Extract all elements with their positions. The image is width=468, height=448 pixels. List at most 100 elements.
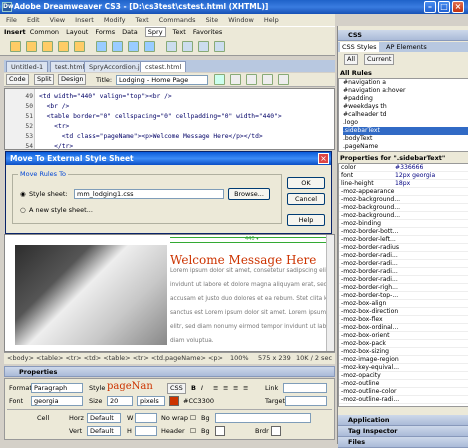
menu-modify[interactable]: Modify [104,16,126,24]
spry-collapsible-panel-icon[interactable] [214,41,225,52]
style-select[interactable]: pageNan [107,380,153,393]
size-select[interactable]: 20 [107,396,133,406]
title-input[interactable]: Lodging - Home Page [116,75,208,85]
border-color-swatch[interactable] [271,426,281,436]
rule-item[interactable]: #navigation a [343,79,468,87]
horz-select[interactable]: Default [87,413,121,423]
cancel-button[interactable]: Cancel [287,193,325,205]
color-swatch[interactable] [169,396,179,406]
insert-tab-text[interactable]: Text [173,28,186,36]
css-property-row[interactable]: -moz-appearance [339,188,468,196]
zoom-level[interactable]: 100% [230,353,249,364]
align-right-icon[interactable]: ≡ [233,383,238,393]
design-view-button[interactable]: Design [58,74,87,85]
menu-text[interactable]: Text [136,16,149,24]
bg-color-swatch[interactable] [215,426,225,436]
doc-tab-untitled[interactable]: Untitled-1 [6,61,49,72]
css-property-row[interactable]: -moz-background... [339,196,468,204]
spry-repeat-icon[interactable] [42,41,53,52]
css-property-row[interactable]: -moz-outline [339,380,468,388]
rule-item[interactable]: #weekdays th [343,103,468,111]
new-stylesheet-radio[interactable]: ○ [20,205,26,215]
menu-window[interactable]: Window [228,16,254,24]
menu-view[interactable]: View [50,16,65,24]
css-property-row[interactable]: -moz-border-radi... [339,252,468,260]
maximize-button[interactable]: □ [438,1,450,13]
css-property-row[interactable]: line-height 18px [339,180,468,188]
css-property-row[interactable]: -moz-background... [339,204,468,212]
insert-bar-label[interactable]: Insert [4,28,26,36]
css-property-row[interactable]: -moz-box-ordinal... [339,324,468,332]
application-panel-header[interactable]: Application [338,415,468,426]
css-property-row[interactable]: -moz-background... [339,212,468,220]
bold-button[interactable]: B [191,383,196,393]
browser-check-icon[interactable] [214,74,225,85]
spry-validation-textarea-icon[interactable] [144,41,155,52]
css-property-row[interactable]: font 12px georgia [339,172,468,180]
menu-edit[interactable]: Edit [27,16,40,24]
browse-button[interactable]: Browse... [228,188,270,200]
css-property-row[interactable]: -moz-outline-radi... [339,396,468,404]
menu-commands[interactable]: Commands [159,16,196,24]
tab-css-styles[interactable]: CSS Styles [340,42,379,52]
menu-site[interactable]: Site [206,16,218,24]
view-options-icon[interactable] [262,74,273,85]
rule-item[interactable]: .bodyText [343,135,468,143]
spry-table-icon[interactable] [74,41,85,52]
spry-validation-select-icon[interactable] [112,41,123,52]
doc-tab-cstest[interactable]: cstest.html [140,61,187,72]
spry-tabbed-panels-icon[interactable] [182,41,193,52]
header-checkbox[interactable]: ☐ [190,426,196,436]
dialog-close-button[interactable]: × [318,153,329,164]
split-view-button[interactable]: Split [34,74,55,85]
css-property-row[interactable]: -moz-border-radius [339,244,468,252]
menu-help[interactable]: Help [264,16,279,24]
css-property-row[interactable]: -moz-border-radi... [339,260,468,268]
tag-inspector-panel-header[interactable]: Tag Inspector [338,426,468,437]
target-select[interactable] [285,396,327,406]
spry-dataset-icon[interactable] [10,41,21,52]
css-property-row[interactable]: -moz-box-align [339,300,468,308]
ok-button[interactable]: OK [287,177,325,189]
tab-ap-elements[interactable]: AP Elements [384,42,429,52]
h-input[interactable] [135,426,157,436]
insert-tab-common[interactable]: Common [30,28,59,36]
stylesheet-select[interactable]: mm_lodging1.css [74,189,224,199]
spry-repeat-list-icon[interactable] [58,41,69,52]
w-input[interactable] [135,413,157,423]
css-property-row[interactable]: -moz-box-direction [339,308,468,316]
files-panel-header[interactable]: Files [338,437,468,448]
rule-item[interactable]: .pageName [343,143,468,151]
spry-accordion-icon[interactable] [198,41,209,52]
justify-icon[interactable]: ≡ [243,383,248,393]
preview-icon[interactable] [230,74,241,85]
spry-region-icon[interactable] [26,41,37,52]
tag-selector[interactable]: <body> <table> <tr> <td> <table> <tr> <t… [7,354,223,362]
align-left-icon[interactable]: ≡ [213,383,218,393]
bg-image-input[interactable] [215,413,311,423]
all-mode-button[interactable]: All [344,54,359,65]
rule-item[interactable]: .logo [343,119,468,127]
close-button[interactable]: × [452,1,464,13]
insert-tab-data[interactable]: Data [122,28,138,36]
css-property-row[interactable]: -moz-border-righ... [339,284,468,292]
css-property-row[interactable]: -moz-box-orient [339,332,468,340]
css-property-value[interactable]: 18px [395,180,410,188]
css-property-row[interactable]: -moz-key-equival... [339,364,468,372]
rules-list[interactable]: #navigation a #navigation a:hover #paddi… [338,78,468,152]
minimize-button[interactable]: – [424,1,436,13]
insert-tab-spry[interactable]: Spry [144,27,166,37]
rule-item-selected[interactable]: .sidebarText [343,127,468,135]
css-property-row[interactable]: -moz-border-left... [339,236,468,244]
css-property-value[interactable]: 12px georgia [395,172,435,180]
code-view-button[interactable]: Code [6,74,29,85]
insert-tab-forms[interactable]: Forms [95,28,115,36]
design-scrollbar[interactable] [326,235,334,351]
visual-aids-icon[interactable] [278,74,289,85]
format-select[interactable]: Paragraph [31,383,83,393]
menu-insert[interactable]: Insert [75,16,94,24]
spry-validation-text-icon[interactable] [96,41,107,52]
menu-file[interactable]: File [6,16,17,24]
css-property-row[interactable]: -moz-border-radi... [339,268,468,276]
spry-menubar-icon[interactable] [166,41,177,52]
